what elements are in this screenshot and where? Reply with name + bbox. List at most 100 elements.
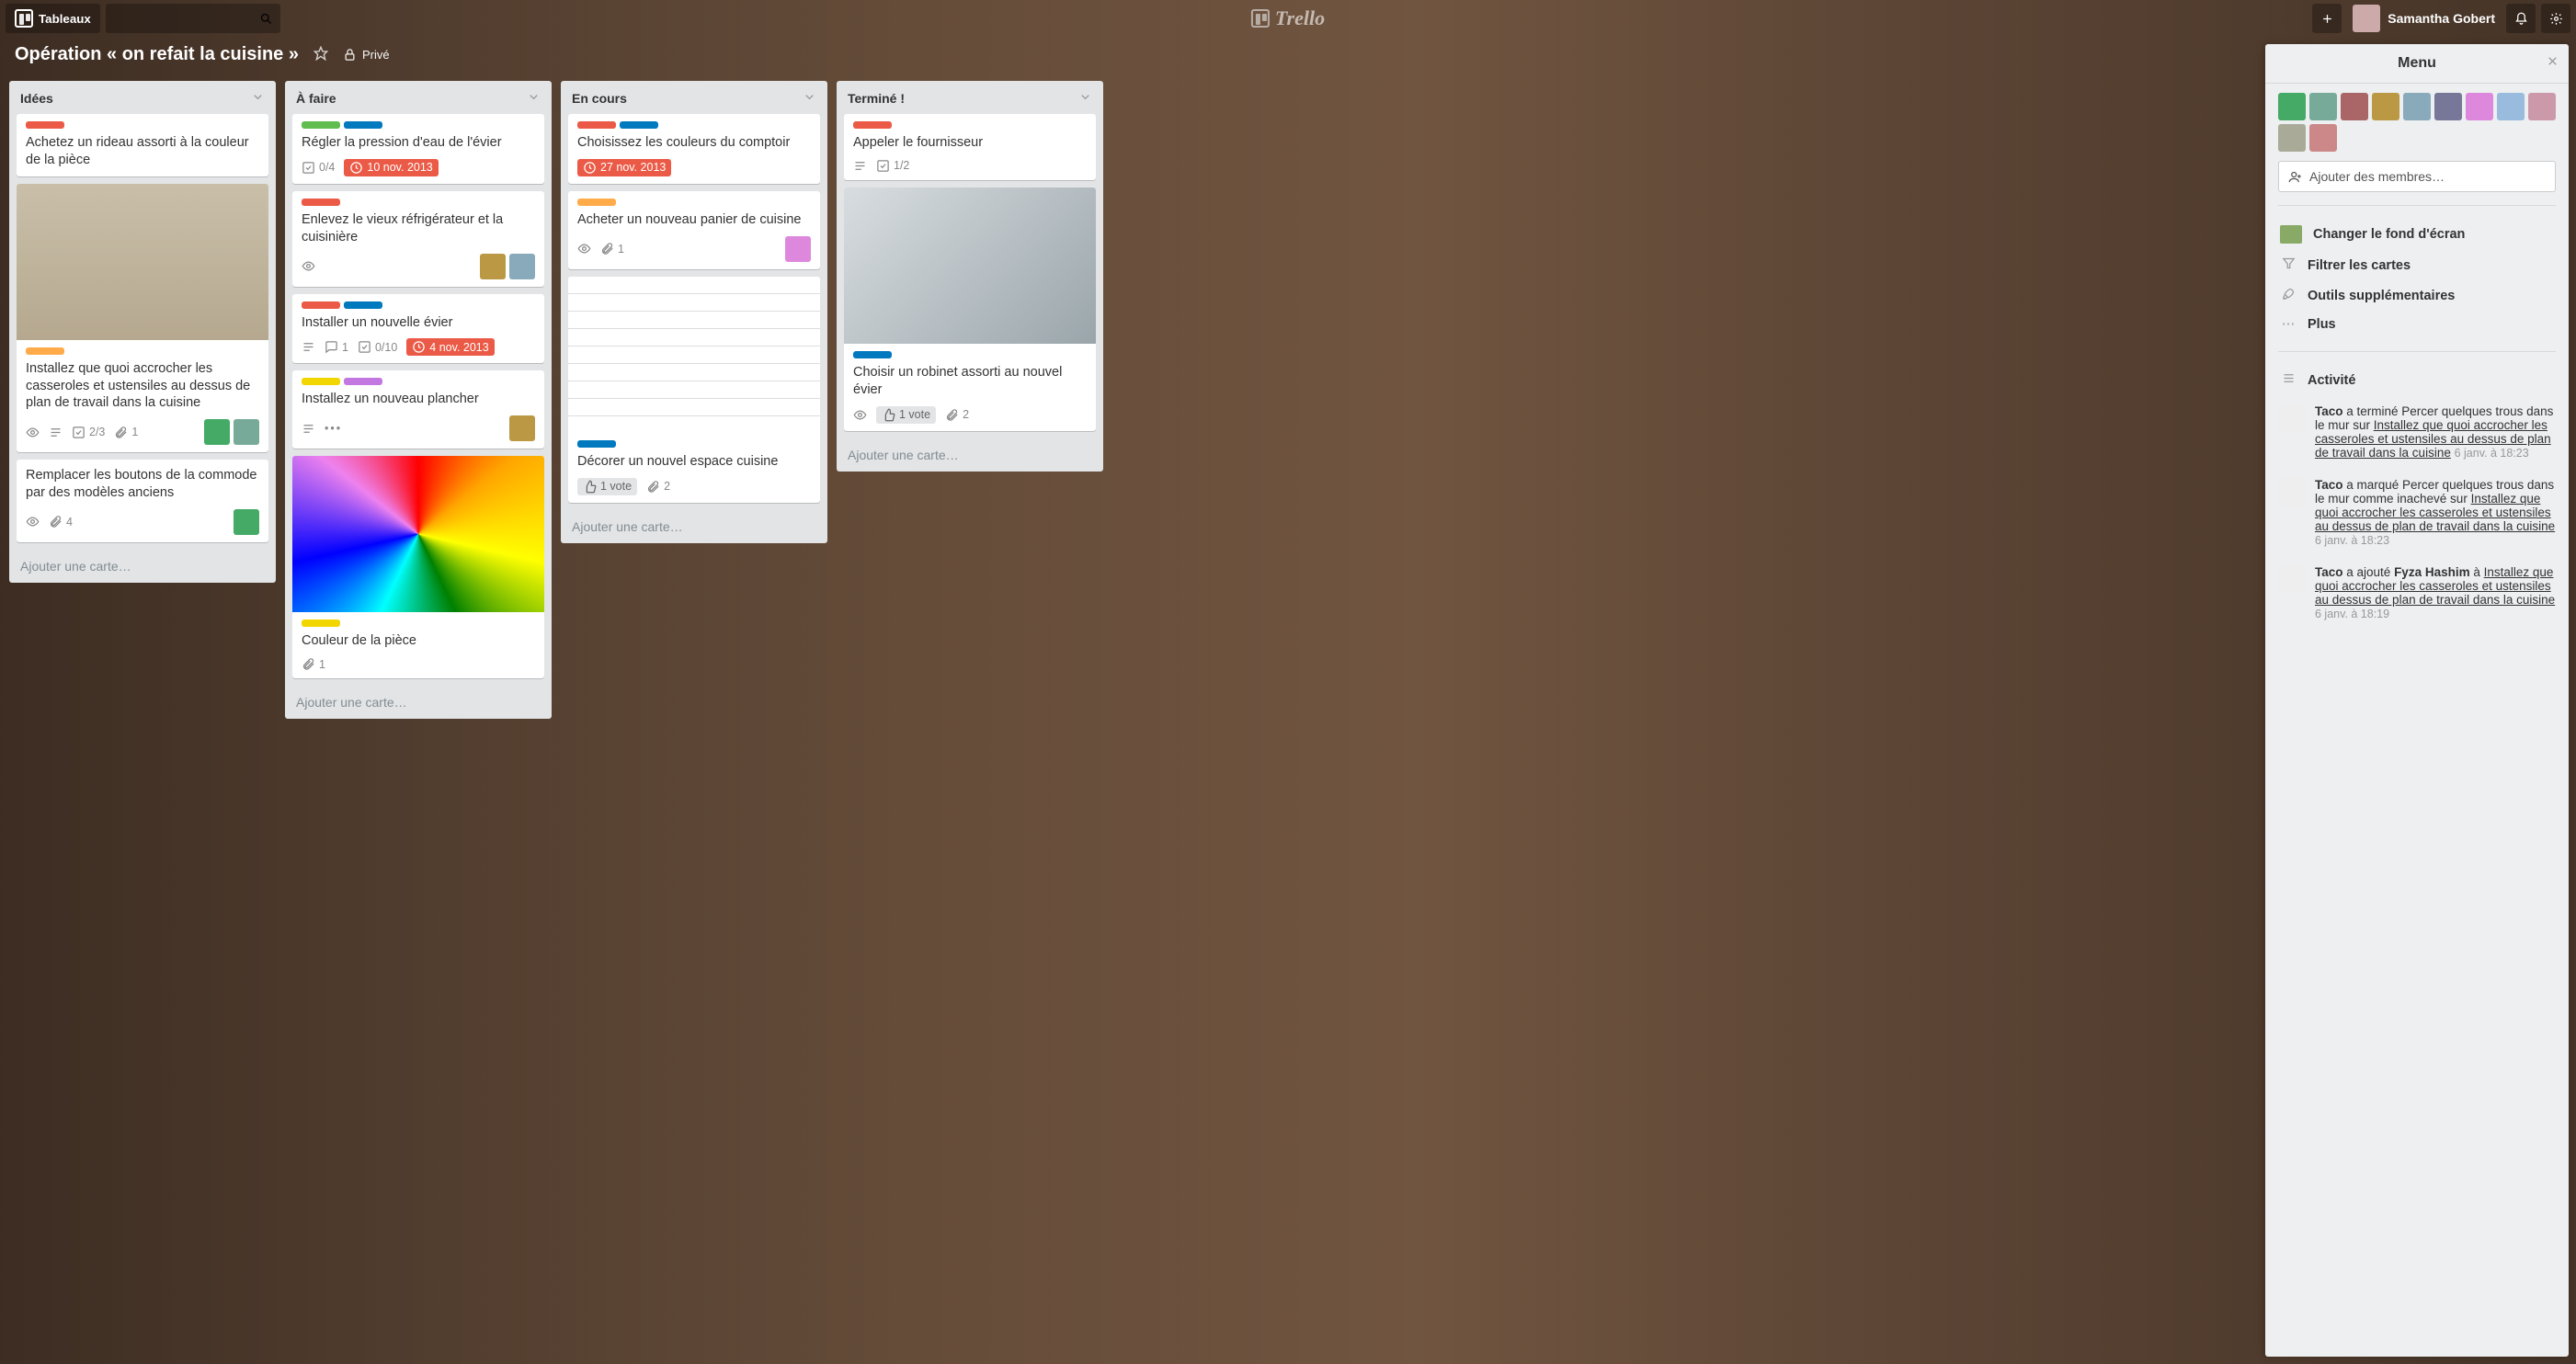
label	[26, 121, 64, 129]
description-badge	[302, 422, 315, 436]
member-avatar[interactable]	[509, 254, 535, 279]
lock-icon	[343, 48, 357, 62]
boards-button[interactable]: Tableaux	[6, 4, 100, 33]
powerups-label: Outils supplémentaires	[2308, 289, 2455, 303]
card[interactable]: Décorer un nouvel espace cuisine 1 vote …	[568, 277, 820, 503]
search-input[interactable]	[106, 4, 280, 33]
card[interactable]: Appeler le fournisseur 1/2	[844, 114, 1096, 180]
member-avatar[interactable]	[2528, 93, 2556, 120]
card[interactable]: Régler la pression d'eau de l'évier 0/4 …	[292, 114, 544, 184]
plus-icon	[2320, 12, 2334, 26]
subscribed-badge	[577, 242, 591, 256]
add-card-button[interactable]: Ajouter une carte…	[285, 686, 552, 719]
attachment-badge: 1	[600, 242, 624, 256]
list-body: Choisissez les couleurs du comptoir 27 n…	[561, 114, 827, 510]
list-name[interactable]: Terminé !	[848, 91, 905, 106]
card[interactable]: Installez un nouveau plancher•••	[292, 370, 544, 449]
menu-close-button[interactable]	[2546, 53, 2559, 73]
add-members-button[interactable]: Ajouter des membres…	[2278, 161, 2556, 192]
add-card-button[interactable]: Ajouter une carte…	[837, 438, 1103, 472]
member-avatar[interactable]	[2372, 93, 2399, 120]
list-body: Appeler le fournisseur 1/2 Choisir un rob…	[837, 114, 1103, 438]
privacy-button[interactable]: Privé	[343, 48, 390, 62]
card-members	[234, 509, 259, 535]
member-avatar[interactable]	[2278, 124, 2306, 152]
filter-cards-button[interactable]: Filtrer les cartes	[2278, 250, 2556, 280]
card[interactable]: Enlevez le vieux réfrigérateur et la cui…	[292, 191, 544, 287]
member-avatar[interactable]	[234, 509, 259, 535]
card[interactable]: Installez que quoi accrocher les cassero…	[17, 184, 268, 453]
activity-text: Taco a ajouté Fyza Hashim à Installez qu…	[2315, 565, 2556, 620]
card-cover-image	[17, 184, 268, 340]
card-labels	[302, 378, 535, 385]
member-avatar[interactable]	[2341, 93, 2368, 120]
list-menu-button[interactable]	[803, 90, 816, 107]
add-button[interactable]	[2312, 4, 2342, 33]
card-title: Couleur de la pièce	[302, 632, 535, 650]
add-person-icon	[2288, 170, 2302, 184]
settings-button[interactable]	[2541, 4, 2570, 33]
card[interactable]: Remplacer les boutons de la commode par …	[17, 460, 268, 542]
list-name[interactable]: En cours	[572, 91, 627, 106]
list-name[interactable]: À faire	[296, 91, 336, 106]
member-avatar[interactable]	[509, 415, 535, 441]
card-title: Enlevez le vieux réfrigérateur et la cui…	[302, 211, 535, 246]
card[interactable]: Choisir un robinet assorti au nouvel évi…	[844, 188, 1096, 431]
activity-header: Activité	[2278, 365, 2556, 395]
member-avatar[interactable]	[2497, 93, 2525, 120]
member-avatar[interactable]	[234, 419, 259, 445]
card[interactable]: Achetez un rideau assorti à la couleur d…	[17, 114, 268, 176]
add-card-button[interactable]: Ajouter une carte…	[561, 510, 827, 543]
label	[577, 440, 616, 448]
card[interactable]: Choisissez les couleurs du comptoir 27 n…	[568, 114, 820, 184]
user-name: Samantha Gobert	[2388, 11, 2495, 26]
card[interactable]: Couleur de la pièce 1	[292, 456, 544, 678]
card-cover-image	[292, 456, 544, 612]
attachment-badge: 1	[302, 657, 325, 671]
attachment-badge: 2	[646, 480, 670, 494]
activity-text: Taco a marqué Percer quelques trous dans…	[2315, 478, 2556, 547]
card-labels	[302, 199, 535, 206]
card-badges: •••	[302, 415, 535, 441]
board-canvas[interactable]: Idées Achetez un rideau assorti à la cou…	[0, 81, 2576, 1364]
list-menu-button[interactable]	[1078, 90, 1092, 107]
more-button[interactable]: ⋯ Plus	[2278, 311, 2556, 338]
member-avatar[interactable]	[204, 419, 230, 445]
subscribed-badge	[302, 259, 315, 273]
member-avatar[interactable]	[2278, 93, 2306, 120]
board-name[interactable]: Opération « on refait la cuisine »	[15, 44, 299, 65]
attachment-badge: 1	[114, 426, 138, 439]
card-title: Installez que quoi accrocher les cassero…	[26, 360, 259, 413]
member-avatar[interactable]	[2434, 93, 2462, 120]
card-title: Décorer un nouvel espace cuisine	[577, 453, 811, 471]
member-avatar[interactable]	[2466, 93, 2493, 120]
card-labels	[26, 347, 259, 355]
member-avatar[interactable]	[2309, 124, 2337, 152]
member-avatar[interactable]	[480, 254, 506, 279]
card-labels	[26, 121, 259, 129]
activity-feed: Taco a terminé Percer quelques trous dan…	[2278, 395, 2556, 630]
list-menu-button[interactable]	[527, 90, 541, 107]
card-title: Appeler le fournisseur	[853, 134, 1087, 152]
add-card-button[interactable]: Ajouter une carte…	[9, 550, 276, 583]
member-avatar[interactable]	[785, 236, 811, 262]
star-button[interactable]	[313, 46, 328, 63]
user-menu[interactable]: Samantha Gobert	[2347, 5, 2501, 32]
activity-text: Taco a terminé Percer quelques trous dan…	[2315, 404, 2556, 460]
list-name[interactable]: Idées	[20, 91, 53, 106]
label	[302, 199, 340, 206]
member-avatar[interactable]	[2309, 93, 2337, 120]
close-icon	[2546, 54, 2559, 68]
list-menu-button[interactable]	[251, 90, 265, 107]
card[interactable]: Acheter un nouveau panier de cuisine 1	[568, 191, 820, 269]
card[interactable]: Installer un nouvelle évier 1 0/10 4 nov…	[292, 294, 544, 364]
notifications-button[interactable]	[2506, 4, 2536, 33]
powerups-button[interactable]: Outils supplémentaires	[2278, 280, 2556, 311]
activity-link[interactable]: Installez que quoi accrocher les cassero…	[2315, 492, 2555, 533]
change-background-button[interactable]: Changer le fond d'écran	[2278, 219, 2556, 250]
card-labels	[577, 121, 811, 129]
member-avatar[interactable]	[2403, 93, 2431, 120]
menu-panel: Menu Ajouter des membres… Changer le fon…	[2265, 44, 2569, 1357]
activity-icon	[2280, 371, 2297, 389]
subscribed-badge	[26, 426, 40, 439]
